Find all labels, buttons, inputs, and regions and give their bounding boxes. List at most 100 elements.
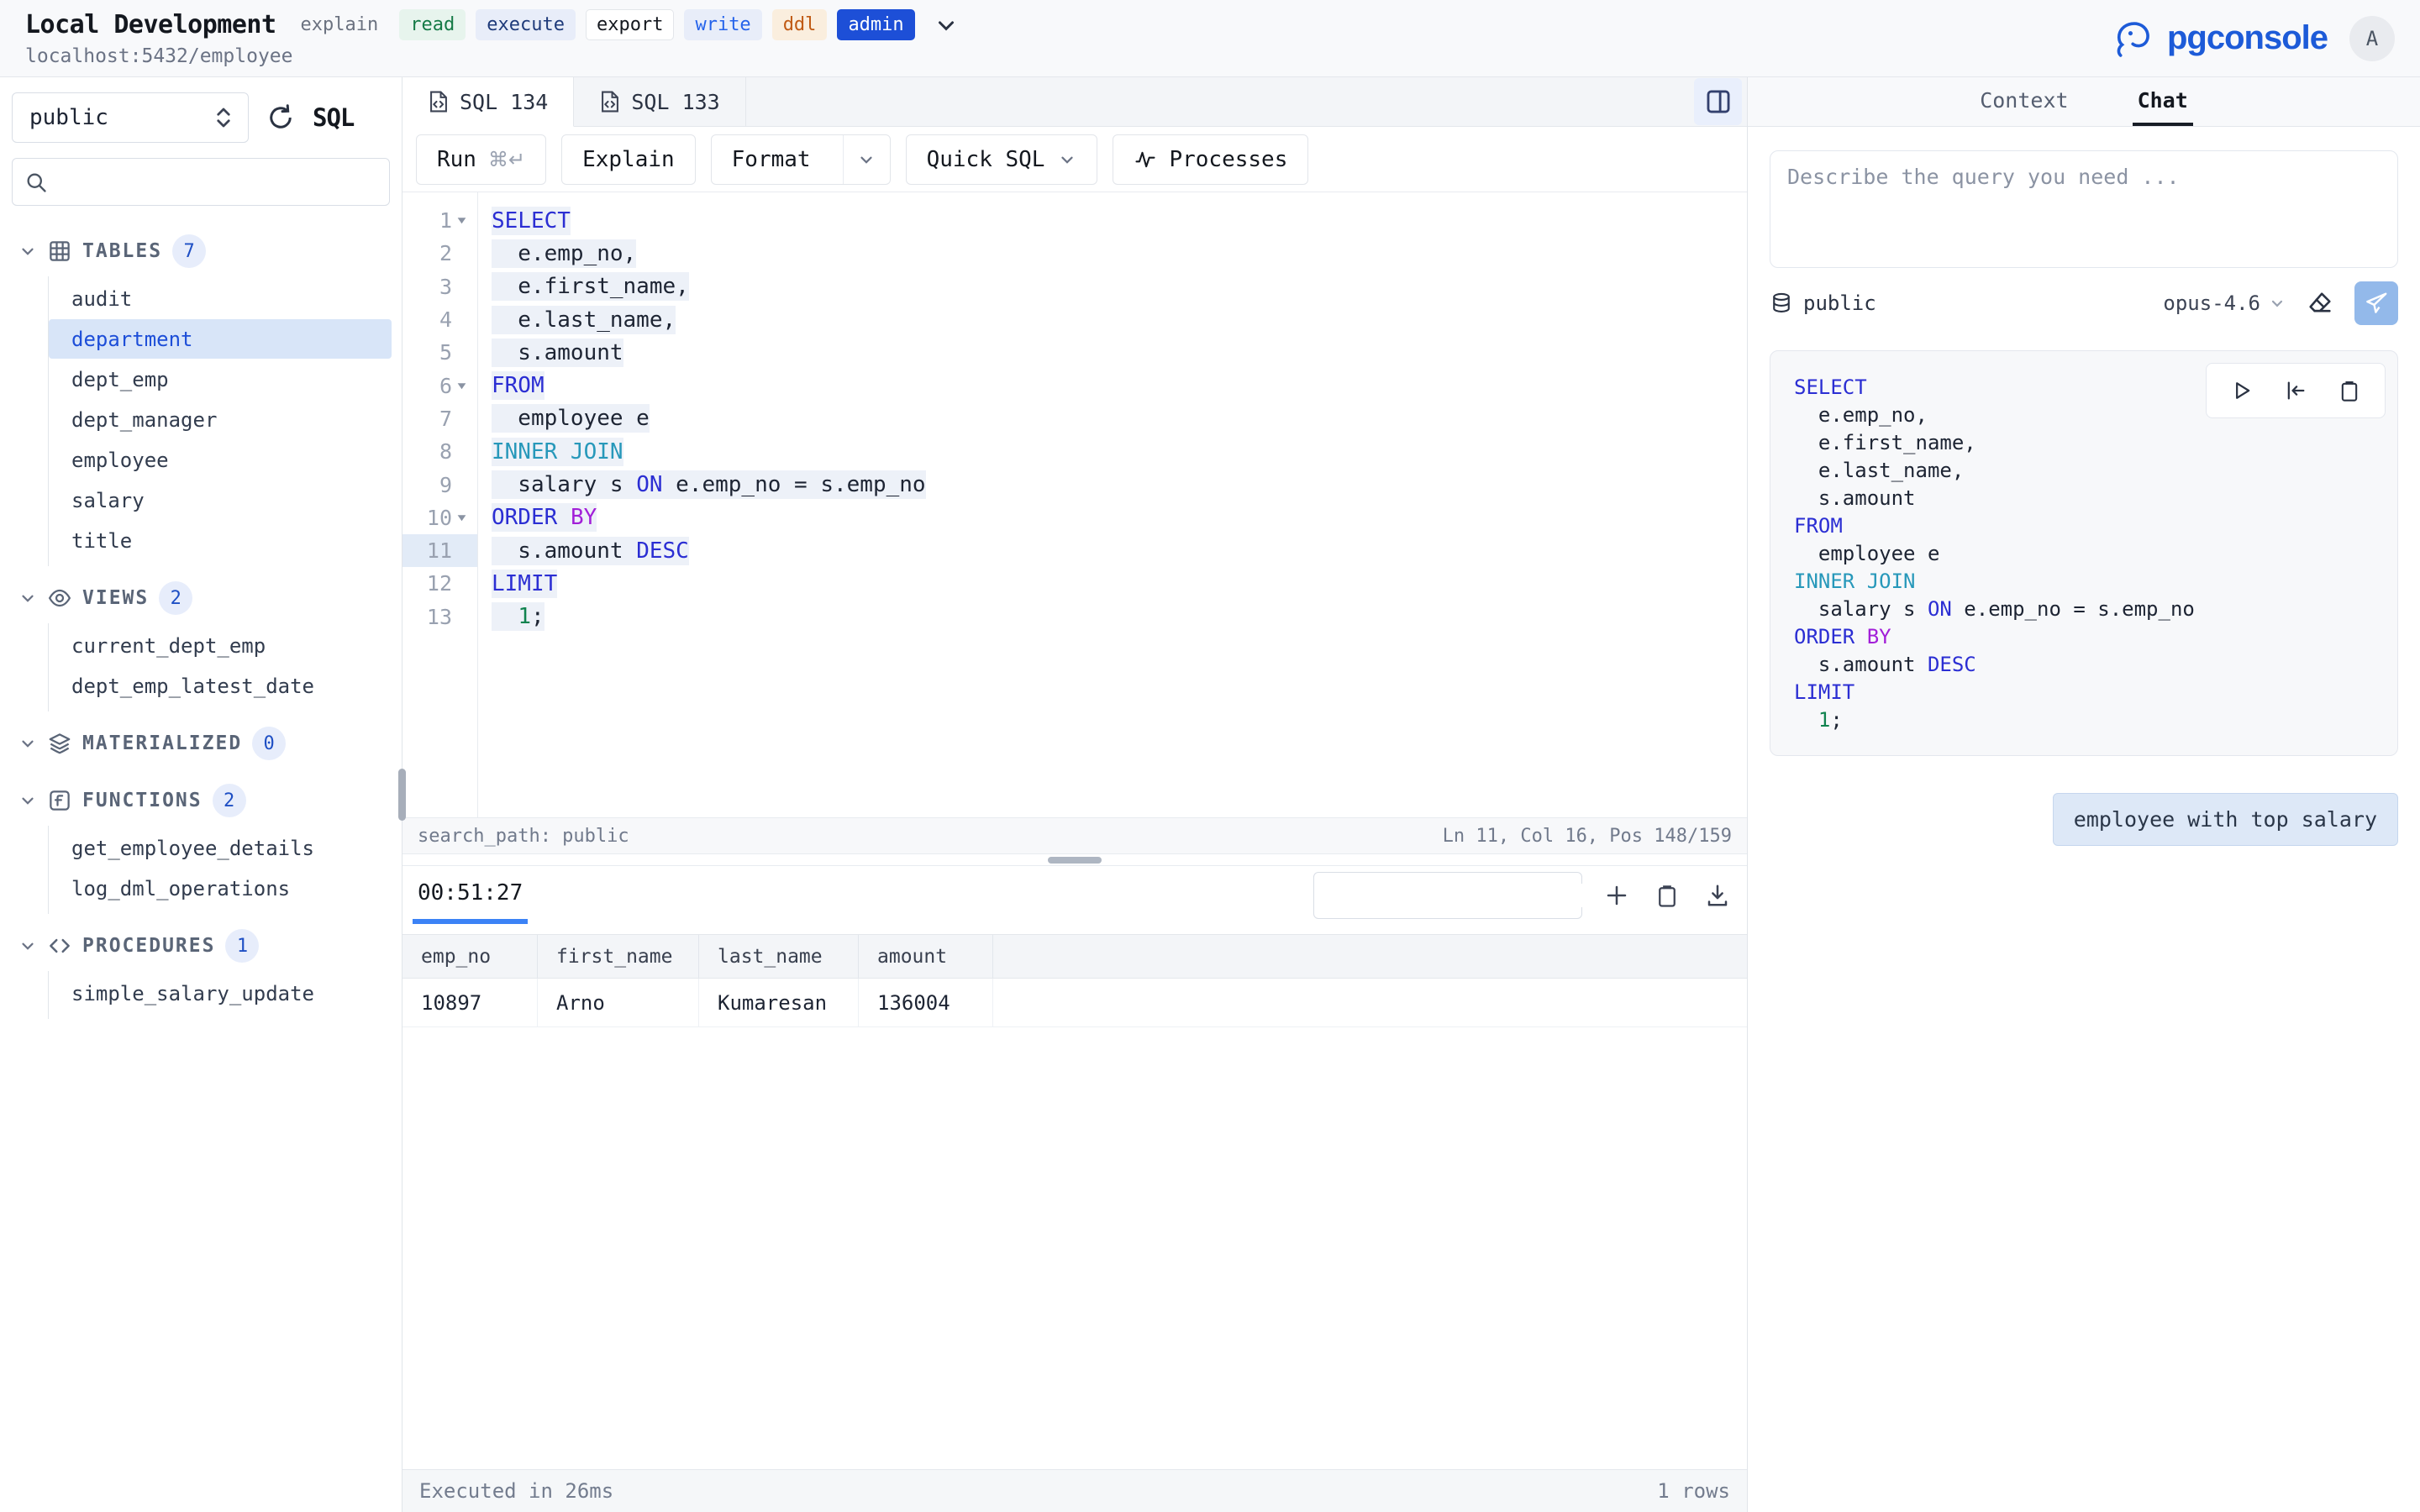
connection-menu-chevron-icon[interactable] (934, 13, 959, 38)
line-number-4[interactable]: 4 (402, 303, 477, 336)
results-search-input[interactable] (1334, 884, 1591, 907)
line-number-8[interactable]: 8 (402, 435, 477, 468)
explain-button[interactable]: Explain (561, 134, 696, 185)
quick-sql-button[interactable]: Quick SQL (906, 134, 1098, 185)
copy-results-icon[interactable] (1655, 883, 1680, 908)
code-line-1[interactable]: SELECT (492, 204, 1747, 237)
editor-code[interactable]: SELECT e.emp_no, e.first_name, e.last_na… (478, 192, 1747, 817)
insert-to-editor-icon[interactable] (2284, 379, 2307, 402)
line-number-5[interactable]: 5 (402, 336, 477, 369)
sidebar-resize-handle[interactable] (398, 769, 406, 821)
sidebar-search-input[interactable] (56, 171, 377, 194)
column-header-first_name[interactable]: first_name (538, 935, 699, 978)
badge-ddl: ddl (772, 9, 828, 40)
section-header-views[interactable]: VIEWS2 (0, 573, 402, 623)
clear-chat-icon[interactable] (2306, 289, 2334, 318)
cell-last_name[interactable]: Kumaresan (699, 979, 859, 1026)
code-line-8[interactable]: INNER JOIN (492, 435, 1747, 468)
tab-sql-133[interactable]: SQL 133 (574, 77, 745, 126)
line-number-2[interactable]: 2 (402, 237, 477, 270)
tree-item-audit[interactable]: audit (49, 279, 392, 318)
code-line-11[interactable]: s.amount DESC (492, 534, 1747, 567)
tree-item-current_dept_emp[interactable]: current_dept_emp (49, 626, 392, 665)
line-number-12[interactable]: 12 (402, 567, 477, 600)
cell-first_name[interactable]: Arno (538, 979, 699, 1026)
section-label: MATERIALIZED (82, 732, 242, 754)
run-shortcut: ⌘↵ (488, 148, 525, 171)
line-number-11[interactable]: 11 (402, 534, 477, 567)
add-result-tab-icon[interactable] (1604, 883, 1629, 908)
table-row[interactable]: 10897ArnoKumaresan136004 (402, 979, 1747, 1027)
line-number-1[interactable]: 1 (402, 204, 477, 237)
format-button[interactable]: Format (711, 134, 891, 185)
code-line-7[interactable]: employee e (492, 402, 1747, 435)
avatar[interactable]: A (2349, 16, 2395, 61)
column-header-amount[interactable]: amount (859, 935, 993, 978)
section-header-functions[interactable]: FUNCTIONS2 (0, 775, 402, 826)
code-line-13[interactable]: 1; (492, 601, 1747, 633)
copy-sql-icon[interactable] (2338, 379, 2361, 402)
format-label[interactable]: Format (712, 135, 831, 184)
section-header-procedures[interactable]: PROCEDURES1 (0, 921, 402, 971)
badge-execute: execute (476, 9, 576, 40)
chevron-down-icon (18, 937, 37, 955)
cell-emp_no[interactable]: 10897 (402, 979, 538, 1026)
section-header-tables[interactable]: TABLES7 (0, 226, 402, 276)
tab-sql-134[interactable]: SQL 134 (402, 77, 574, 127)
line-number-9[interactable]: 9 (402, 468, 477, 501)
code-line-6[interactable]: FROM (492, 369, 1747, 402)
format-dropdown-chevron-icon[interactable] (843, 135, 890, 184)
result-timer-tab[interactable]: 00:51:27 (413, 866, 528, 924)
column-header-emp_no[interactable]: emp_no (402, 935, 538, 978)
tree-item-dept_emp[interactable]: dept_emp (49, 360, 392, 399)
execution-timer: 00:51:27 (418, 880, 523, 906)
results-resize-handle[interactable] (1048, 857, 1102, 864)
line-number-7[interactable]: 7 (402, 402, 477, 435)
send-button[interactable] (2354, 281, 2398, 325)
code-line-4[interactable]: e.last_name, (492, 303, 1747, 336)
section-header-materialized[interactable]: MATERIALIZED0 (0, 718, 402, 769)
tree-item-employee[interactable]: employee (49, 440, 392, 480)
tree-item-get_employee_details[interactable]: get_employee_details (49, 828, 392, 868)
tree-item-department[interactable]: department (49, 319, 392, 359)
line-number-13[interactable]: 13 (402, 601, 477, 633)
tab-context[interactable]: Context (1975, 77, 2073, 126)
tree-item-salary[interactable]: salary (49, 480, 392, 520)
sidebar-search[interactable] (12, 158, 390, 206)
code-line-12[interactable]: LIMIT (492, 567, 1747, 600)
tree-item-simple_salary_update[interactable]: simple_salary_update (49, 974, 392, 1013)
column-header-last_name[interactable]: last_name (699, 935, 859, 978)
code-icon (47, 933, 72, 958)
download-results-icon[interactable] (1705, 883, 1730, 908)
refresh-icon[interactable] (266, 102, 296, 133)
line-number-6[interactable]: 6 (402, 369, 477, 402)
code-line-10[interactable]: ORDER BY (492, 501, 1747, 534)
cell-amount[interactable]: 136004 (859, 979, 993, 1026)
database-chip[interactable]: public (1770, 291, 1876, 316)
code-line-9[interactable]: salary s ON e.emp_no = s.emp_no (492, 468, 1747, 501)
tree-item-title[interactable]: title (49, 521, 392, 560)
line-number-3[interactable]: 3 (402, 270, 477, 303)
chat-input[interactable] (1787, 165, 2381, 254)
layers-icon (47, 731, 72, 756)
tab-chat[interactable]: Chat (2133, 77, 2193, 126)
model-select[interactable]: opus-4.6 (2163, 291, 2286, 315)
processes-button[interactable]: Processes (1113, 134, 1308, 185)
cursor-position-status: Ln 11, Col 16, Pos 148/159 (1443, 826, 1732, 847)
schema-select[interactable]: public (12, 92, 249, 143)
code-line-5[interactable]: s.amount (492, 336, 1747, 369)
section-label: TABLES (82, 240, 162, 262)
section-label: FUNCTIONS (82, 790, 203, 811)
tree-item-dept_emp_latest_date[interactable]: dept_emp_latest_date (49, 666, 392, 706)
assistant-code-line-13: 1; (1794, 706, 2374, 733)
code-line-3[interactable]: e.first_name, (492, 270, 1747, 303)
line-number-10[interactable]: 10 (402, 501, 477, 534)
tree-item-log_dml_operations[interactable]: log_dml_operations (49, 869, 392, 908)
code-line-2[interactable]: e.emp_no, (492, 237, 1747, 270)
results-search[interactable] (1313, 872, 1582, 919)
sql-editor[interactable]: 12345678910111213 SELECT e.emp_no, e.fir… (402, 192, 1747, 817)
run-button[interactable]: Run ⌘↵ (416, 134, 546, 185)
run-sql-icon[interactable] (2230, 379, 2254, 402)
tree-item-dept_manager[interactable]: dept_manager (49, 400, 392, 439)
split-view-button[interactable] (1694, 78, 1742, 125)
